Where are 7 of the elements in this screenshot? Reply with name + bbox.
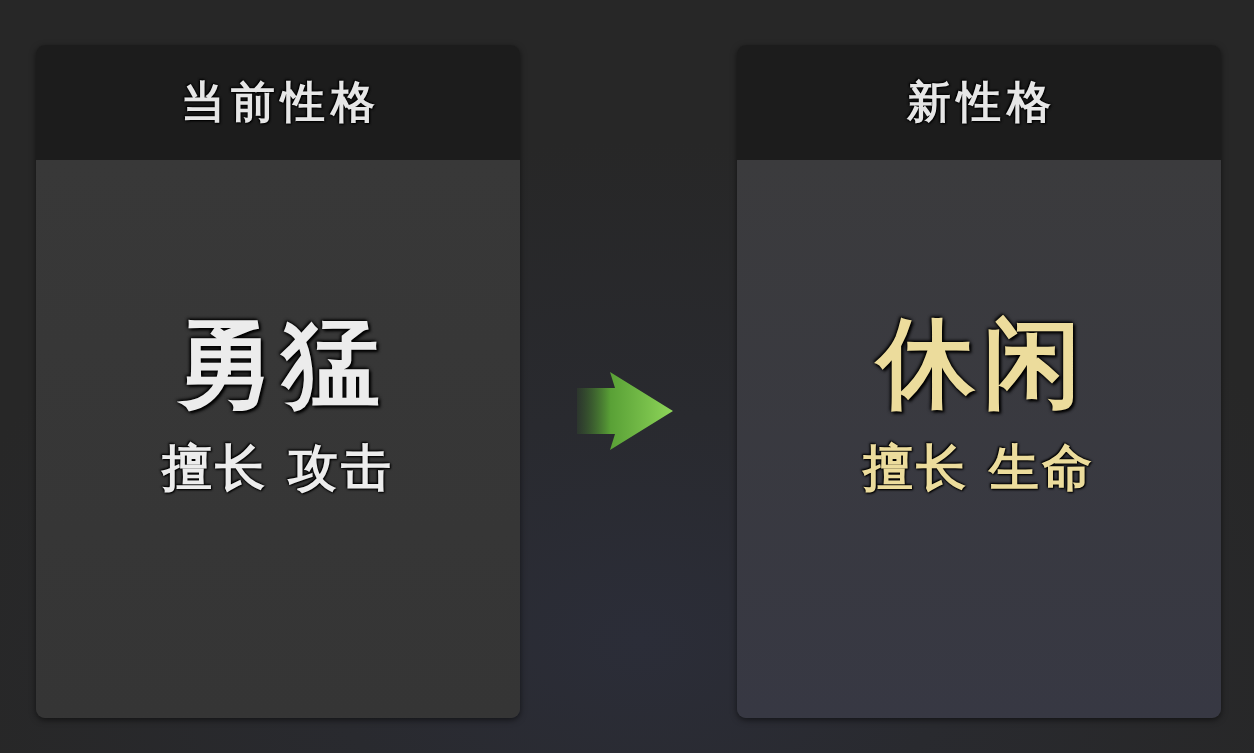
personality-name: 休闲 (869, 310, 1089, 418)
card-title: 当前性格 (180, 77, 381, 128)
specialty-text: 擅长 攻击 (161, 439, 395, 498)
personality-name: 勇猛 (175, 310, 388, 418)
specialty-text: 擅长 生命 (862, 439, 1096, 498)
card-title: 新性格 (906, 77, 1057, 128)
arrow-right-icon (576, 371, 673, 450)
